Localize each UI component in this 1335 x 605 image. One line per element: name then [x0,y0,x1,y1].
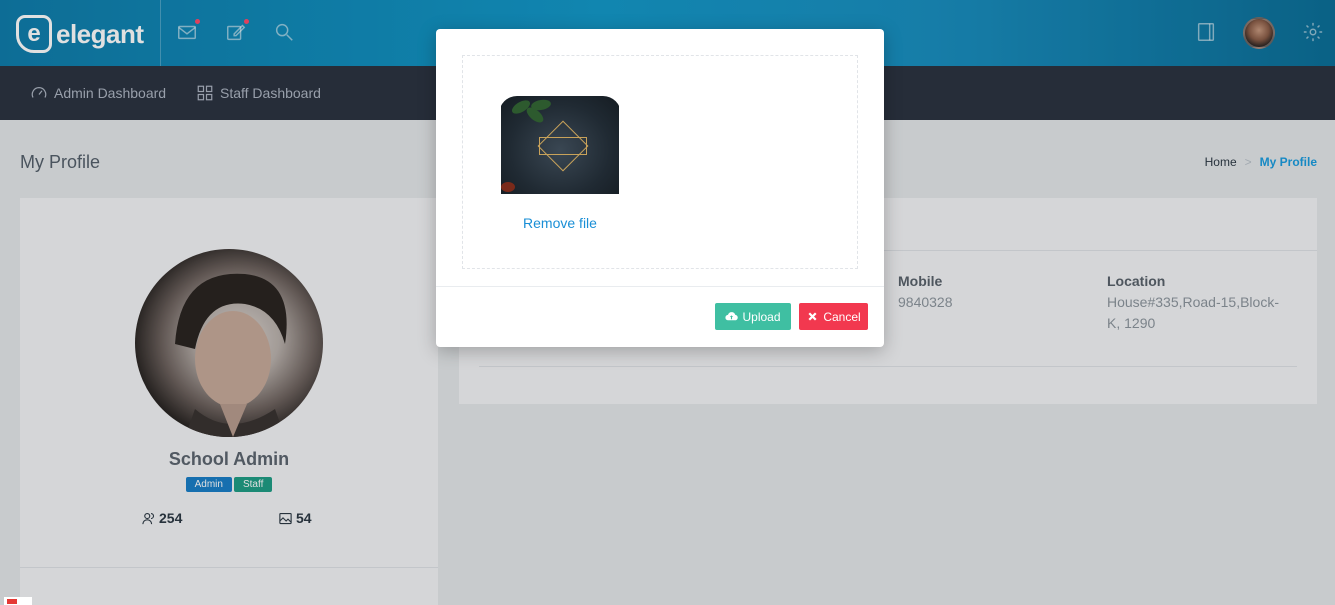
leaf-decoration [530,98,552,112]
upload-button[interactable]: Upload [715,303,791,330]
cloud-upload-icon [725,312,739,321]
title-frame [539,137,587,155]
modal-footer-divider [436,286,884,287]
cancel-button-label: Cancel [823,309,861,324]
corner-widget[interactable] [4,597,32,605]
upload-modal: Remove file Upload Cancel [436,29,884,347]
remove-file-link[interactable]: Remove file [463,215,657,231]
close-icon [808,312,817,321]
file-preview [499,96,621,214]
cancel-button[interactable]: Cancel [799,303,868,330]
upload-button-label: Upload [742,309,781,324]
preview-thumbnail [501,96,619,194]
corner-flag-icon [7,599,17,604]
file-dropzone[interactable]: Remove file [462,55,858,269]
tomato-decoration [501,182,515,192]
